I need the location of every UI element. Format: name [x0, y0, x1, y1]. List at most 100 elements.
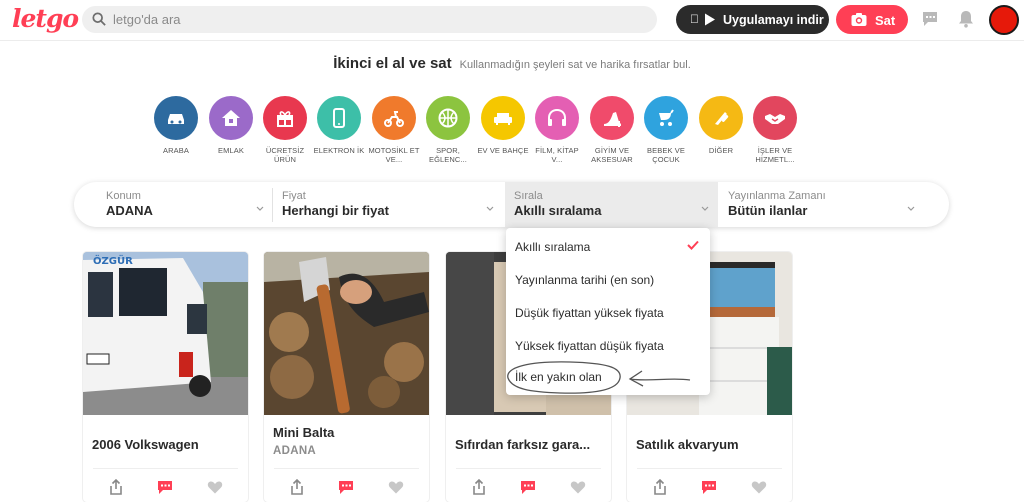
- category-car[interactable]: ARABA: [150, 96, 202, 155]
- checkmark-icon: [687, 240, 699, 250]
- chat-icon[interactable]: [922, 11, 938, 27]
- listing-title[interactable]: Sıfırdan farksız gara...: [455, 437, 590, 452]
- listing-image[interactable]: ÖZGÜR: [83, 252, 248, 415]
- category-label: BEBEK VE ÇOCUK: [647, 146, 685, 164]
- divider: [637, 468, 782, 469]
- listing-image[interactable]: [264, 252, 429, 415]
- share-icon[interactable]: [471, 479, 487, 495]
- download-app-button[interactable]:  Uygulamayı indir: [676, 5, 829, 34]
- category-clothing[interactable]: GİYİM VE AKSESUAR: [586, 96, 638, 164]
- top-bar: letgo letgo'da ara  Uygulamayı indir Sa…: [0, 0, 1024, 41]
- divider: [93, 468, 238, 469]
- sort-option-smart[interactable]: Akıllı sıralama: [515, 240, 590, 254]
- divider: [274, 468, 419, 469]
- date-filter[interactable]: Yayınlanma Zamanı Bütün ilanlar: [728, 182, 918, 227]
- category-electronics[interactable]: ELEKTRON İK: [313, 96, 365, 155]
- handshake-icon: [765, 114, 785, 124]
- date-filter-label: Yayınlanma Zamanı: [728, 190, 826, 202]
- chat-icon[interactable]: [520, 479, 536, 495]
- bell-icon[interactable]: [958, 10, 974, 28]
- price-filter-label: Fiyat: [282, 190, 306, 202]
- sell-label: Sat: [875, 13, 896, 28]
- category-label: ÜCRETSİZ ÜRÜN: [265, 146, 305, 164]
- category-circle: [481, 96, 525, 140]
- category-label: GİYİM VE AKSESUAR: [591, 146, 633, 164]
- category-circle: [426, 96, 470, 140]
- sofa-icon: [494, 113, 512, 125]
- category-motorcycle[interactable]: MOTOSİKL ET VE...: [368, 96, 420, 164]
- category-sports[interactable]: SPOR, EĞLENC...: [422, 96, 474, 164]
- sort-filter-label: Sırala: [514, 190, 543, 202]
- avatar[interactable]: [989, 5, 1019, 35]
- category-circle: [590, 96, 634, 140]
- category-label: ARABA: [163, 146, 189, 155]
- share-icon[interactable]: [289, 479, 305, 495]
- search-input[interactable]: letgo'da ara: [113, 12, 181, 27]
- hero-title: İkinci el al ve sat: [333, 55, 452, 72]
- heel-icon: [604, 112, 621, 127]
- sort-option-price-asc[interactable]: Düşük fiyattan yüksek fiyata: [515, 306, 664, 320]
- category-jobs-services[interactable]: İŞLER VE HİZMETL...: [749, 96, 801, 164]
- category-real-estate[interactable]: EMLAK: [205, 96, 257, 155]
- heart-icon[interactable]: [751, 479, 767, 495]
- category-label: MOTOSİKL ET VE...: [368, 146, 420, 164]
- apple-icon: : [690, 12, 699, 26]
- chat-icon[interactable]: [701, 479, 717, 495]
- sort-option-price-desc[interactable]: Yüksek fiyattan düşük fiyata: [515, 339, 664, 353]
- headphones-icon: [548, 108, 566, 126]
- category-film-books[interactable]: FİLM, KİTAP V...: [531, 96, 583, 164]
- category-other[interactable]: DİĞER: [695, 96, 747, 155]
- sell-button[interactable]: Sat: [836, 5, 908, 34]
- category-label: EV VE BAHÇE: [477, 146, 529, 155]
- category-circle: [317, 96, 361, 140]
- hero: İkinci el al ve sat Kullanmadığın şeyleri…: [0, 55, 1024, 73]
- share-icon[interactable]: [108, 479, 124, 495]
- sort-filter[interactable]: Sırala Akıllı sıralama: [505, 182, 718, 227]
- category-circle: [263, 96, 307, 140]
- category-free[interactable]: ÜCRETSİZ ÜRÜN: [259, 96, 311, 164]
- divider: [456, 468, 601, 469]
- listing-title[interactable]: Mini Balta: [273, 425, 334, 440]
- car-icon: [168, 114, 184, 124]
- search-bar[interactable]: letgo'da ara: [82, 6, 657, 33]
- letgo-logo[interactable]: letgo: [12, 4, 79, 33]
- svg-text:ÖZGÜR: ÖZGÜR: [93, 253, 133, 267]
- heart-icon[interactable]: [570, 479, 586, 495]
- location-filter[interactable]: Konum ADANA: [106, 182, 266, 227]
- hero-subtitle: Kullanmadığın şeyleri sat ve harika fırs…: [459, 59, 691, 71]
- chevron-down-icon: [907, 206, 915, 211]
- search-icon: [92, 12, 106, 26]
- divider: [272, 188, 273, 222]
- location-filter-value: ADANA: [106, 203, 153, 218]
- listing-title[interactable]: 2006 Volkswagen: [92, 437, 199, 452]
- knife-icon: [715, 112, 729, 125]
- gift-icon: [277, 111, 293, 127]
- category-home-garden[interactable]: EV VE BAHÇE: [477, 96, 529, 155]
- location-filter-label: Konum: [106, 190, 141, 202]
- chat-icon[interactable]: [157, 479, 173, 495]
- sort-filter-value: Akıllı sıralama: [514, 203, 602, 218]
- camera-icon: [851, 13, 867, 26]
- listing-location: ADANA: [273, 445, 317, 457]
- sort-option-newest[interactable]: Yayınlanma tarihi (en son): [515, 273, 654, 287]
- play-store-icon: [705, 13, 715, 26]
- scooter-icon: [384, 111, 404, 127]
- chevron-down-icon: [486, 206, 494, 211]
- listing-title[interactable]: Satılık akvaryum: [636, 437, 739, 452]
- heart-icon[interactable]: [207, 479, 223, 495]
- house-icon: [222, 110, 240, 126]
- price-filter[interactable]: Fiyat Herhangi bir fiyat: [282, 182, 497, 227]
- listing-card[interactable]: ÖZGÜR 2006 Volkswagen: [83, 252, 248, 502]
- listing-card[interactable]: Mini Balta ADANA: [264, 252, 429, 502]
- annotation-arrow: [507, 361, 691, 394]
- date-filter-value: Bütün ilanlar: [728, 203, 808, 218]
- category-circle: [209, 96, 253, 140]
- category-baby-kids[interactable]: BEBEK VE ÇOCUK: [640, 96, 692, 164]
- category-circle: [644, 96, 688, 140]
- download-app-label: Uygulamayı indir: [723, 13, 824, 27]
- category-circle: [753, 96, 797, 140]
- share-icon[interactable]: [652, 479, 668, 495]
- heart-icon[interactable]: [388, 479, 404, 495]
- category-label: DİĞER: [708, 146, 734, 155]
- chat-icon[interactable]: [338, 479, 354, 495]
